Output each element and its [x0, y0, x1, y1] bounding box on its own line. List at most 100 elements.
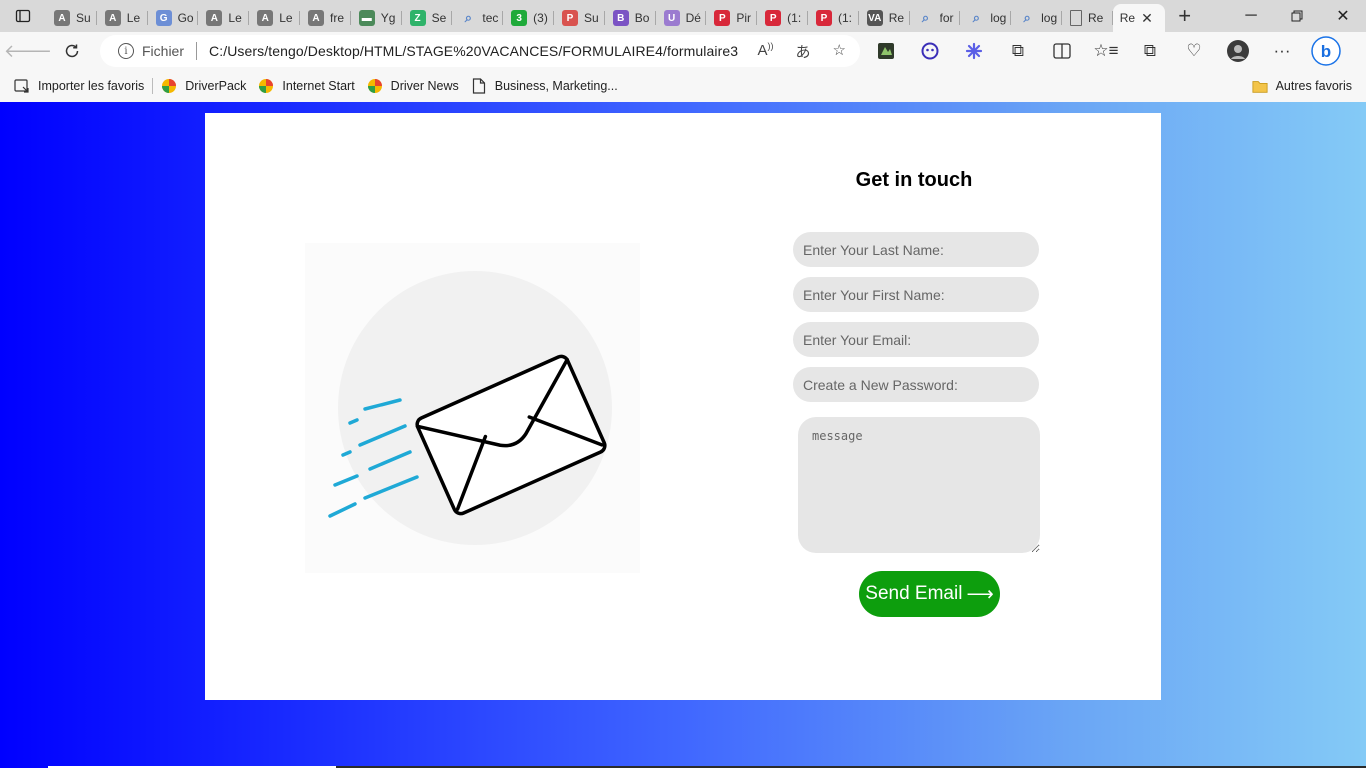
restore-button[interactable] [1274, 0, 1320, 32]
whatsapp-icon: 3 [511, 10, 528, 26]
tab-10[interactable]: P Su [554, 4, 605, 32]
address-separator [196, 42, 198, 60]
split-screen-icon[interactable] [1040, 32, 1084, 70]
favorite-internet-start[interactable]: Internet Start [252, 70, 360, 102]
tab-2[interactable]: G Go [148, 4, 199, 32]
angular-icon: A [104, 10, 121, 26]
tab-20[interactable]: Re [1062, 4, 1113, 32]
tab-title: Le [228, 11, 242, 25]
tab-title: Go [177, 11, 194, 25]
pinterest-icon: P [765, 10, 782, 26]
u-icon: U [663, 10, 680, 26]
tab-title: (1: [837, 11, 852, 25]
tab-15[interactable]: P (1: [808, 4, 859, 32]
search-icon: ⌕ [921, 10, 930, 25]
se-icon: Z [409, 10, 426, 26]
tab-3[interactable]: A Le [198, 4, 249, 32]
tab-title: Re [1087, 11, 1104, 25]
tab-title: Su [76, 11, 91, 25]
tab-7[interactable]: Z Se [402, 4, 453, 32]
last-name-input[interactable] [793, 232, 1039, 267]
angular-icon: A [307, 10, 324, 26]
read-aloud-icon[interactable]: A)) [758, 41, 774, 62]
tab-title: fre [329, 11, 344, 25]
translate-icon: G [155, 10, 172, 26]
va-icon: VA [866, 10, 883, 26]
collections-icon[interactable]: ⧉ [1128, 32, 1172, 70]
tab-title: log [990, 11, 1007, 25]
browser-essentials-icon[interactable]: ♡ [1172, 32, 1216, 70]
tab-5[interactable]: Afre [300, 4, 351, 32]
yg-icon: ▬ [358, 10, 375, 26]
tab-title: Bo [634, 11, 650, 25]
pinterest-icon: P [815, 10, 832, 26]
back-button[interactable]: 🡐 [4, 32, 52, 70]
tab-18[interactable]: ⌕ log [960, 4, 1011, 32]
tab-strip: A Su A Le G Go A Le A Le Afre ▬ Yg Z Se ⌕ tec 3 (3) P Su B Bo U… [0, 0, 1366, 32]
contact-card: Get in touch Send Email ⟶ [205, 113, 1161, 700]
send-email-button[interactable]: Send Email ⟶ [859, 571, 1000, 617]
bing-copilot-icon[interactable]: b [1304, 32, 1348, 70]
tab-title: Le [126, 11, 141, 25]
tab-8[interactable]: ⌕ tec [452, 4, 503, 32]
more-menu-icon[interactable]: ··· [1260, 32, 1304, 70]
email-input[interactable] [793, 322, 1039, 357]
tab-11[interactable]: B Bo [605, 4, 656, 32]
tab-1[interactable]: A Le [97, 4, 148, 32]
pinterest-icon: P [714, 10, 731, 26]
tab-actions-button[interactable] [0, 0, 46, 32]
svg-text:b: b [1321, 42, 1331, 61]
tab-16[interactable]: VA Re [859, 4, 910, 32]
refresh-icon [65, 44, 79, 58]
favorite-business-marketing[interactable]: Business, Marketing... [465, 70, 624, 102]
tab-title: log [1041, 11, 1058, 25]
site-info-icon[interactable]: i [118, 43, 134, 59]
favorite-driver-news[interactable]: Driver News [361, 70, 465, 102]
envelope-illustration [305, 243, 640, 573]
favorite-star-icon[interactable]: ☆ [833, 41, 846, 62]
favorite-label: Importer les favoris [38, 79, 145, 93]
tab-4[interactable]: A Le [249, 4, 300, 32]
profile-avatar[interactable] [1216, 32, 1260, 70]
address-bar[interactable]: i Fichier C:/Users/tengo/Desktop/HTML/ST… [100, 35, 860, 67]
search-icon: ⌕ [972, 10, 980, 25]
tab-14[interactable]: P (1: [757, 4, 808, 32]
search-icon: ⌕ [1023, 10, 1031, 25]
url-text[interactable]: C:/Users/tengo/Desktop/HTML/STAGE%20VACA… [209, 43, 739, 59]
translate-icon[interactable]: あ [796, 41, 811, 62]
tab-title: Re [888, 11, 905, 25]
message-textarea[interactable] [798, 417, 1040, 553]
tab-17[interactable]: ⌕ for [910, 4, 961, 32]
search-icon: ⌕ [464, 10, 473, 25]
new-tab-button[interactable]: + [1165, 0, 1205, 32]
extension-flower-icon[interactable] [952, 32, 996, 70]
tab-active[interactable]: Re ✕ [1112, 4, 1165, 32]
favorite-driverpack[interactable]: DriverPack [155, 70, 252, 102]
close-window-button[interactable]: ✕ [1320, 0, 1366, 32]
tab-19[interactable]: ⌕ log [1011, 4, 1062, 32]
tab-6[interactable]: ▬ Yg [351, 4, 402, 32]
tab-12[interactable]: U Dé [656, 4, 707, 32]
minimize-button[interactable]: ─ [1228, 0, 1274, 32]
favorites-bar: Importer les favoris DriverPack Internet… [0, 70, 1366, 102]
close-tab-icon[interactable]: ✕ [1141, 10, 1153, 27]
tab-0[interactable]: A Su [46, 4, 97, 32]
tab-13[interactable]: P Pir [706, 4, 757, 32]
refresh-button[interactable] [50, 32, 94, 70]
tab-title: (3) [533, 11, 548, 25]
favorite-label: DriverPack [185, 79, 247, 93]
extension-game-icon[interactable] [864, 32, 908, 70]
favorites-icon[interactable]: ☆≡ [1084, 32, 1128, 70]
extensions-puzzle-icon[interactable]: ⧉ [996, 32, 1040, 70]
page-viewport: Get in touch Send Email ⟶ [0, 102, 1366, 768]
first-name-input[interactable] [793, 277, 1039, 312]
password-input[interactable] [793, 367, 1039, 402]
tab-title: Pir [736, 11, 752, 25]
other-favorites-folder[interactable]: Autres favoris [1246, 70, 1358, 102]
tab-9[interactable]: 3 (3) [503, 4, 554, 32]
import-icon [14, 78, 30, 94]
favorite-import[interactable]: Importer les favoris [8, 70, 150, 102]
driverpack-icon [161, 78, 177, 94]
tab-title: Le [279, 11, 293, 25]
extension-face-icon[interactable] [908, 32, 952, 70]
